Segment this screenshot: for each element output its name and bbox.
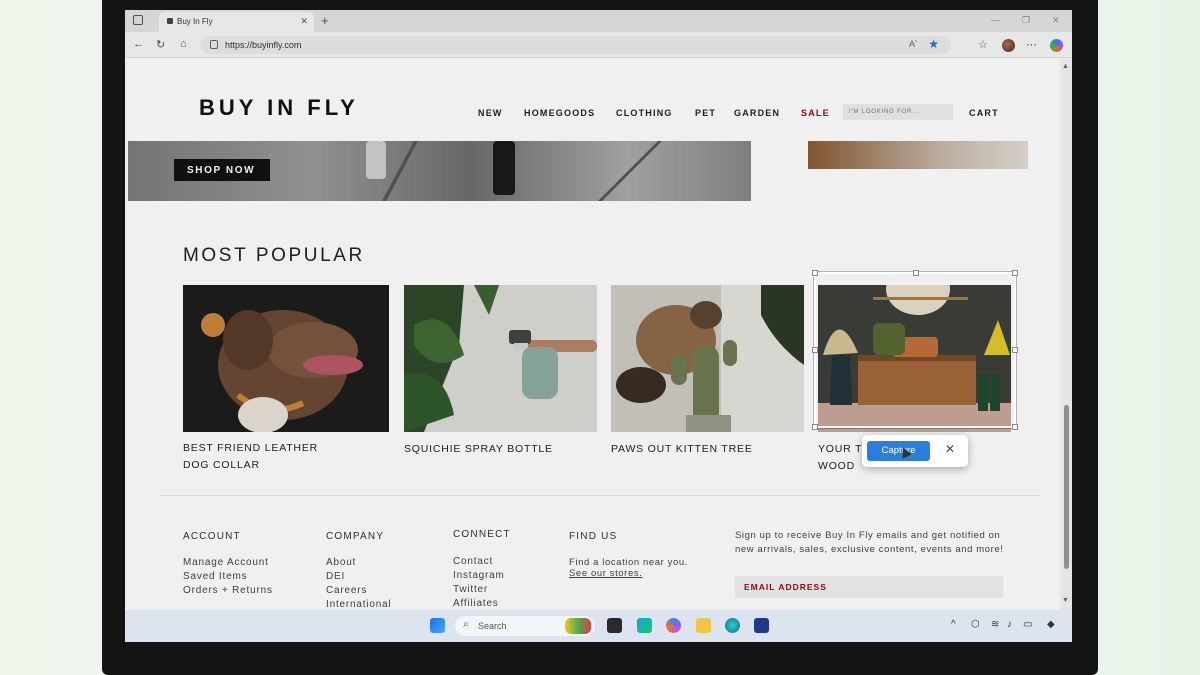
footer-divider [160,495,1040,496]
address-bar: ← ↻ ⌂ https://buyinfly.com Aʼ ★ ☆ ⋯ [125,32,1072,58]
footer-connect-heading: CONNECT [453,529,511,540]
footer-link[interactable]: Affiliates [453,598,499,609]
product-title[interactable]: YOUR T WOOD [818,441,862,475]
nav-garden[interactable]: GARDEN [734,108,780,118]
page-scrollbar[interactable]: ▲ ▼ [1060,59,1072,610]
footer-company-heading: COMPANY [326,531,385,542]
site-search-input[interactable]: I'M LOOKING FOR... [843,104,953,120]
edge-app-icon[interactable] [637,618,652,633]
resize-handle[interactable] [1012,270,1018,276]
nav-homegoods[interactable]: HOMEGOODS [524,108,595,118]
notification-bell-icon[interactable]: ◆ [1047,619,1055,630]
product-title[interactable]: PAWS OUT KITTEN TREE [611,441,753,458]
email-input[interactable]: EMAIL ADDRESS [735,576,1003,598]
tab-bar: Buy In Fly ✕ + — ❐ ✕ [125,10,1072,32]
footer-link[interactable]: About [326,557,356,568]
copilot-icon[interactable] [1050,39,1063,52]
signup-text-line1: Sign up to receive Buy In Fly emails and… [735,530,1001,541]
search-highlight-icon [565,618,591,634]
footer-link[interactable]: Careers [326,585,367,596]
product-title[interactable]: BEST FRIEND LEATHER DOG COLLAR [183,440,318,474]
file-explorer-icon[interactable] [696,618,711,633]
resize-handle[interactable] [812,347,818,353]
refresh-icon[interactable]: ↻ [156,38,165,51]
nav-pet[interactable]: PET [695,108,716,118]
search-icon: ⌕ [463,619,469,630]
site-logo[interactable]: BUY IN FLY [199,95,359,121]
nav-new[interactable]: NEW [478,108,503,118]
hero-secondary-image[interactable] [808,141,1028,169]
url-field[interactable]: https://buyinfly.com Aʼ ★ [201,36,951,54]
home-icon[interactable]: ⌂ [180,38,187,50]
resize-handle[interactable] [913,270,919,276]
section-title: MOST POPULAR [183,245,365,266]
wifi-icon[interactable]: ≋ [991,619,999,630]
footer-link[interactable]: Contact [453,556,493,567]
minimize-icon[interactable]: — [991,15,1000,25]
taskbar-search[interactable]: ⌕ Search [455,616,595,636]
signup-text-line2: new arrivals, sales, exclusive content, … [735,544,1004,555]
back-arrow-icon[interactable]: ← [133,38,144,50]
tab-title: Buy In Fly [177,17,213,26]
tab-buyinfly[interactable]: Buy In Fly ✕ [159,12,314,32]
taskbar-search-label: Search [478,621,507,631]
tab-actions-icon[interactable] [133,15,143,25]
new-tab-button[interactable]: + [321,13,329,28]
copilot-app-icon[interactable] [666,618,681,633]
collections-icon[interactable]: ☆ [978,38,988,51]
footer-link[interactable]: Saved Items [183,571,247,582]
screen: Buy In Fly ✕ + — ❐ ✕ ← ↻ ⌂ https://buyin… [125,10,1072,642]
store-app-icon[interactable] [754,618,769,633]
footer-link[interactable]: International [326,599,391,610]
footer-link[interactable]: Manage Account [183,557,269,568]
resize-handle[interactable] [812,270,818,276]
url-text: https://buyinfly.com [225,40,302,50]
capture-toolbar: Capture ✕ [862,435,968,467]
nav-clothing[interactable]: CLOTHING [616,108,673,118]
footer-link[interactable]: DEI [326,571,345,582]
task-view-icon[interactable] [607,618,622,633]
tab-close-icon[interactable]: ✕ [300,16,308,27]
cart-link[interactable]: CART [969,108,999,118]
close-window-icon[interactable]: ✕ [1052,15,1060,26]
tray-chevron-icon[interactable]: ^ [951,619,956,630]
capture-selection-frame[interactable] [812,270,1018,430]
resize-handle[interactable] [1012,424,1018,430]
scroll-down-icon[interactable]: ▼ [1062,597,1069,604]
shop-now-button[interactable]: SHOP NOW [174,159,270,181]
tray-app-icon[interactable]: ⬡ [971,619,980,630]
scroll-up-icon[interactable]: ▲ [1062,63,1069,70]
volume-icon[interactable]: ♪ [1007,619,1012,630]
start-icon[interactable] [430,618,445,633]
see-stores-link[interactable]: See our stores. [569,567,642,581]
footer-link[interactable]: Instagram [453,570,505,581]
favicon-icon [167,18,173,24]
resize-handle[interactable] [1012,347,1018,353]
taskbar: ⌕ Search ^ ⬡ ≋ ♪ ▭ ◆ [125,610,1072,642]
footer-link[interactable]: Orders + Returns [183,585,273,596]
browser-app-icon[interactable] [725,618,740,633]
profile-avatar[interactable] [1002,39,1015,52]
battery-icon[interactable]: ▭ [1023,619,1032,630]
more-icon[interactable]: ⋯ [1026,38,1037,51]
lock-icon [210,40,218,49]
footer-account-heading: ACCOUNT [183,531,241,542]
favorites-star-icon[interactable]: ★ [928,37,939,51]
product-title[interactable]: SQUICHIE SPRAY BOTTLE [404,441,553,458]
scrollbar-thumb[interactable] [1064,405,1069,569]
hero-banner-image: SHOP NOW [128,141,751,201]
footer-findus-heading: FIND US [569,531,618,542]
product-image-spray-bottle[interactable] [404,285,597,432]
nav-sale[interactable]: SALE [801,108,830,118]
product-image-kitten-tree[interactable] [611,285,804,432]
read-aloud-icon[interactable]: Aʼ [909,39,917,49]
product-image-dog-collar[interactable] [183,285,389,432]
footer-link[interactable]: Twitter [453,584,488,595]
restore-icon[interactable]: ❐ [1022,15,1030,26]
capture-close-icon[interactable]: ✕ [939,442,961,460]
resize-handle[interactable] [812,424,818,430]
